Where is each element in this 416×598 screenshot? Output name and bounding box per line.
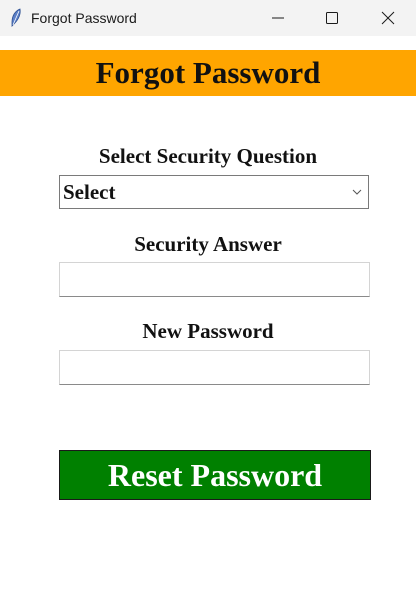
maximize-button[interactable]: [309, 0, 355, 36]
select-value: Select: [63, 180, 116, 204]
reset-password-button[interactable]: Reset Password: [59, 450, 371, 500]
minimize-icon: [272, 17, 284, 19]
security-answer-field[interactable]: [59, 262, 370, 297]
new-password-field[interactable]: [59, 350, 370, 385]
feather-icon: [9, 8, 23, 28]
minimize-button[interactable]: [255, 0, 301, 36]
security-answer-label: Security Answer: [134, 232, 282, 256]
title-bar[interactable]: Forgot Password: [0, 0, 416, 36]
page-title: Forgot Password: [95, 55, 321, 90]
security-question-label: Select Security Question: [98, 144, 318, 168]
new-password-label: New Password: [142, 319, 274, 343]
reset-password-label: Reset Password: [107, 457, 323, 493]
maximize-icon: [326, 12, 338, 24]
app-window: Forgot Password Forgot Password Select S…: [0, 0, 416, 598]
window-title: Forgot Password: [31, 10, 137, 26]
chevron-down-icon: [352, 189, 362, 195]
security-question-select[interactable]: Select: [59, 175, 369, 209]
header-banner: Forgot Password: [0, 50, 416, 96]
close-icon: [381, 11, 395, 25]
close-button[interactable]: [365, 0, 411, 36]
